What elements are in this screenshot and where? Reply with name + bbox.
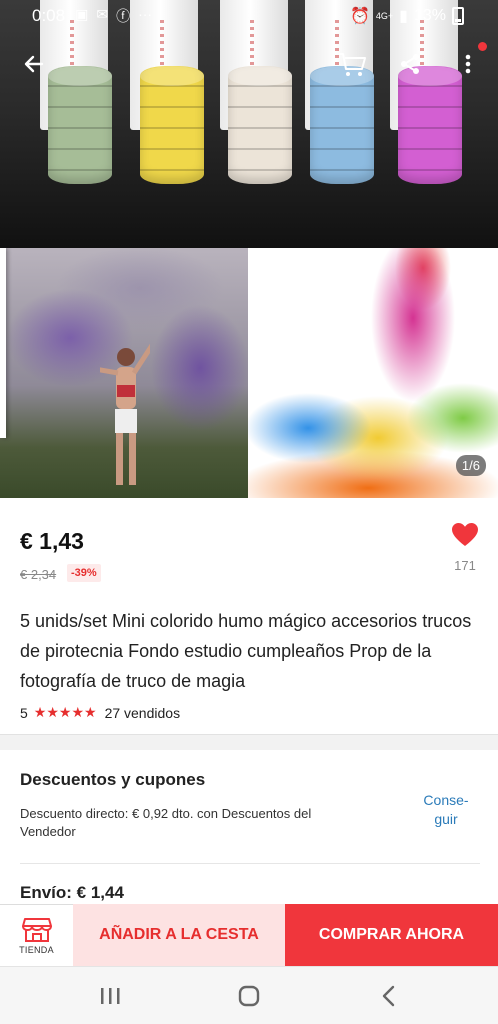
section-divider — [0, 734, 498, 750]
smoke-bomb-stack-yellow — [140, 66, 204, 184]
star-rating-icon: ★★★★★ — [33, 704, 97, 720]
product-info: € 1,43 € 2,34 -39% 171 5 unids/set Mini … — [0, 498, 498, 734]
system-navigation-bar — [0, 966, 498, 1024]
original-price: € 2,34 — [20, 567, 57, 582]
wishlist-count: 171 — [454, 558, 476, 573]
smoke-bomb-stack-blue — [310, 66, 374, 184]
facebook-icon: ⓕ — [116, 8, 131, 24]
network-label: 4G+ — [375, 11, 394, 21]
smoke-bomb-stack-white — [228, 66, 292, 184]
back-arrow-icon[interactable] — [18, 48, 50, 80]
rating-summary[interactable]: 5 ★★★★★ 27 vendidos — [20, 704, 180, 721]
gallery-image-color-smoke[interactable]: 1/6 — [248, 248, 498, 498]
status-bar: 0:08 ▣ ✉ ⓕ ··· ⏰ 4G+ ▮ 13% — [0, 0, 498, 32]
notification-dot — [478, 42, 487, 51]
status-time: 0:08 — [32, 6, 66, 25]
gallery-side-tab — [0, 248, 6, 438]
sold-count: 27 vendidos — [104, 704, 181, 721]
notification-icons: ▣ ✉ ⓕ ··· — [75, 6, 152, 26]
add-to-cart-button[interactable]: AÑADIR A LA CESTA — [73, 904, 285, 966]
share-icon[interactable] — [394, 48, 426, 80]
product-gallery[interactable]: 1/6 — [0, 248, 498, 498]
battery-label: 13% — [413, 7, 446, 24]
smoke-bomb-stack-purple — [398, 66, 462, 184]
shipping-cost[interactable]: Envío: € 1,44 — [20, 883, 124, 903]
coupon-description: Descuento directo: € 0,92 dto. con Descu… — [20, 806, 312, 839]
coupons-separator — [20, 863, 480, 864]
alarm-icon: ⏰ — [349, 8, 370, 25]
get-coupon-link[interactable]: Conse- guir — [418, 791, 474, 829]
battery-icon — [452, 7, 464, 25]
buy-now-button[interactable]: COMPRAR AHORA — [285, 904, 498, 966]
rating-value: 5 — [20, 704, 28, 721]
store-button[interactable]: TIENDA — [0, 904, 73, 966]
gallery-counter: 1/6 — [455, 455, 486, 476]
product-title: 5 unids/set Mini colorido humo mágico ac… — [20, 611, 472, 691]
gmail-icon: ✉ — [96, 6, 109, 22]
product-main-image[interactable]: 0:08 ▣ ✉ ⓕ ··· ⏰ 4G+ ▮ 13% — [0, 0, 498, 248]
image-icon: ▣ — [75, 6, 89, 22]
wishlist-button[interactable]: 171 — [450, 522, 480, 573]
store-label: TIENDA — [19, 944, 54, 955]
heart-icon[interactable] — [451, 522, 479, 547]
back-nav-icon[interactable] — [369, 981, 409, 1011]
product-price: € 1,43 — [20, 528, 84, 554]
more-options-icon[interactable] — [452, 48, 484, 80]
smoke-bomb-stack-green — [48, 66, 112, 184]
coupons-title: Descuentos y cupones — [20, 770, 206, 789]
more-dots-icon: ··· — [138, 6, 153, 22]
coupons-section: Descuentos y cupones Descuento directo: … — [0, 750, 498, 905]
recent-apps-icon[interactable] — [90, 981, 130, 1011]
woman-figure — [100, 343, 150, 485]
signal-icon: ▮ — [399, 8, 408, 25]
home-icon[interactable] — [229, 981, 269, 1011]
store-icon — [21, 917, 52, 942]
cart-icon[interactable] — [336, 48, 368, 80]
bottom-action-bar: TIENDA AÑADIR A LA CESTA COMPRAR AHORA — [0, 904, 498, 966]
gallery-image-woman-smoke[interactable] — [0, 248, 248, 498]
discount-badge: -39% — [67, 564, 101, 582]
